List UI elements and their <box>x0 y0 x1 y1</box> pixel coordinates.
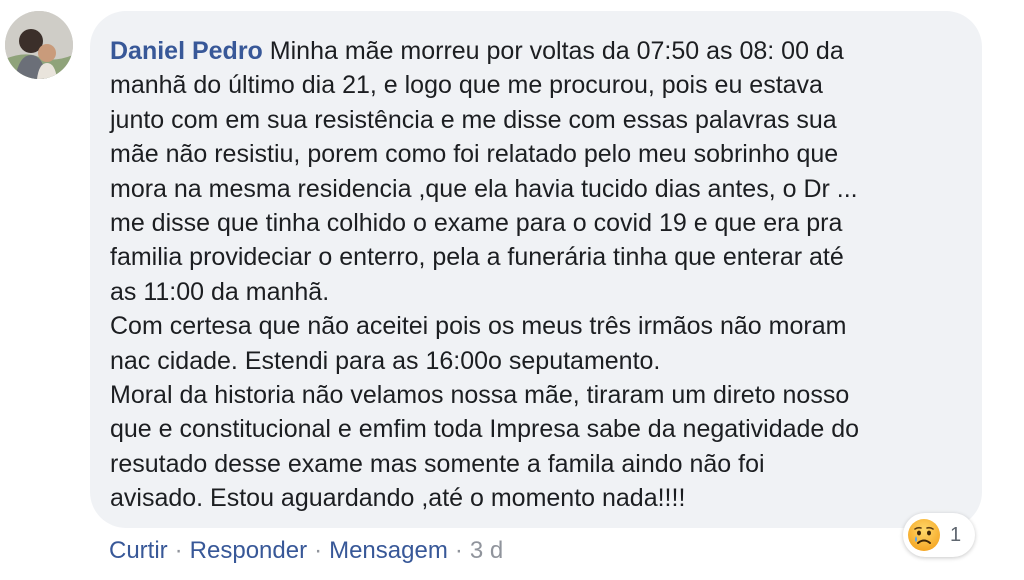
reaction-count: 1 <box>950 523 962 546</box>
comment: Daniel Pedro Minha mãe morreu por voltas… <box>0 0 1024 580</box>
comment-line: nac cidade. Estendi para as 16:00o seput… <box>110 346 661 375</box>
comment-line: familia provideciar o enterro, pela a fu… <box>110 243 844 272</box>
comment-line: Minha mãe morreu por voltas da 07:50 as … <box>269 37 844 65</box>
comment-text: Daniel Pedro Minha mãe morreu por voltas… <box>110 34 960 516</box>
comment-line: que e constitucional e emfim toda Impres… <box>110 415 860 444</box>
comment-bubble: Daniel Pedro Minha mãe morreu por voltas… <box>90 11 982 528</box>
comment-actions: Curtir · Responder · Mensagem · 3 d <box>109 535 503 567</box>
separator: · <box>314 537 323 564</box>
comment-line: me disse que tinha colhido o exame para … <box>110 209 843 238</box>
reaction-summary[interactable]: 1 <box>903 513 976 557</box>
author-name[interactable]: Daniel Pedro <box>110 37 263 65</box>
message-link[interactable]: Mensagem <box>329 537 448 564</box>
comment-line: Moral da historia não velamos nossa mãe,… <box>110 381 850 410</box>
comment-line: manhã do último dia 21, e logo que me pr… <box>110 71 823 100</box>
separator: · <box>454 537 463 564</box>
avatar[interactable] <box>5 11 73 79</box>
sad-face-icon <box>908 519 940 551</box>
like-link[interactable]: Curtir <box>109 537 168 564</box>
comment-line: junto com em sua resistência e me disse … <box>110 105 837 134</box>
comment-line: mãe não resistiu, porem como foi relatad… <box>110 140 839 169</box>
comment-line: resutado desse exame mas somente a famil… <box>110 449 765 478</box>
timestamp[interactable]: 3 d <box>470 537 503 564</box>
comment-line: mora na mesma residencia ,que ela havia … <box>110 174 858 203</box>
reply-link[interactable]: Responder <box>190 537 307 564</box>
comment-line: Com certesa que não aceitei pois os meus… <box>110 312 847 341</box>
comment-line: as 11:00 da manhã. <box>110 277 330 306</box>
separator: · <box>174 537 183 564</box>
comment-line: avisado. Estou aguardando ,até o momento… <box>110 484 686 513</box>
